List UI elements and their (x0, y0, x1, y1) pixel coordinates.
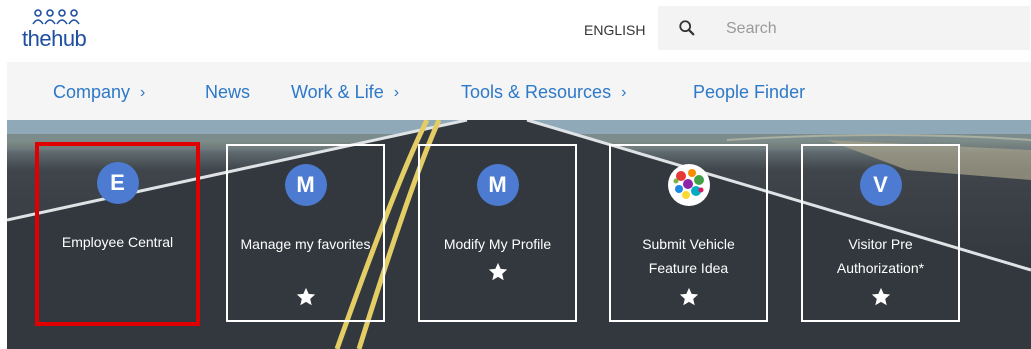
star-icon[interactable] (870, 286, 892, 308)
star-icon[interactable] (487, 261, 509, 283)
nav-label: Work & Life (291, 82, 384, 102)
thehub-logo[interactable]: thehub (22, 8, 122, 52)
people-logo-icon (32, 9, 80, 25)
colorful-dots-icon (668, 164, 710, 206)
logo-text: thehub (22, 26, 87, 51)
tile-visitor-pre-authorization[interactable]: V Visitor Pre Authorization* (801, 144, 960, 322)
nav-label: People Finder (693, 82, 806, 102)
chevron-right-icon: › (393, 83, 400, 101)
tile-label: Employee Central (61, 234, 174, 250)
nav-label: Company (53, 82, 131, 102)
language-selector[interactable]: ENGLISH (584, 22, 645, 38)
star-icon[interactable] (678, 286, 700, 308)
magnifier-icon[interactable] (678, 19, 696, 37)
chevron-right-icon: › (140, 83, 146, 101)
tile-avatar: V (859, 164, 902, 206)
star-icon[interactable] (295, 286, 317, 308)
tile-label: Modify My Profile (443, 236, 552, 252)
tile-label: Submit Vehicle Feature Idea (642, 236, 735, 276)
tile-avatar: M (476, 164, 519, 206)
tile-label: Manage my favorites (240, 236, 371, 252)
hero-banner: E Employee Central M Manage my favorites… (7, 120, 1031, 349)
header: thehub ENGLISH (0, 0, 1031, 62)
nav-label: News (205, 82, 251, 102)
tile-employee-central[interactable]: E Employee Central (35, 142, 200, 326)
chevron-right-icon: › (621, 83, 627, 101)
search-input[interactable] (724, 15, 1018, 43)
tile-modify-profile[interactable]: M Modify My Profile (418, 144, 577, 322)
nav-item-tools-resources[interactable]: Tools & Resources › (461, 82, 626, 103)
main-nav: Company › News Work & Life › Tools & Res… (7, 62, 1031, 120)
tile-avatar: M (284, 164, 327, 206)
nav-item-company[interactable]: Company › (53, 82, 145, 103)
nav-label: Tools & Resources (461, 82, 612, 102)
nav-item-work-life[interactable]: Work & Life › (291, 82, 399, 103)
tile-avatar: E (96, 162, 139, 204)
nav-item-news[interactable]: News (205, 82, 250, 103)
tile-label: Visitor Pre Authorization* (836, 236, 925, 276)
tile-submit-vehicle-idea[interactable]: Submit Vehicle Feature Idea (609, 144, 768, 322)
tile-manage-favorites[interactable]: M Manage my favorites (226, 144, 385, 322)
nav-item-people-finder[interactable]: People Finder (693, 82, 805, 103)
search-box[interactable] (658, 6, 1030, 50)
